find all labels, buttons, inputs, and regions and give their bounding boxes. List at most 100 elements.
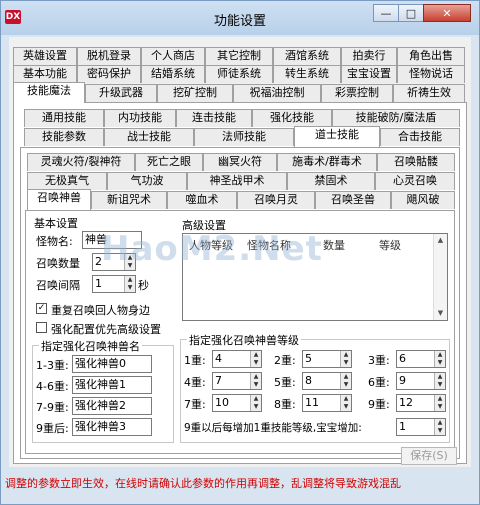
tab-general-skills[interactable]: 通用技能 [24, 109, 104, 127]
tab-summon-beast[interactable]: 召唤神兽 [27, 189, 91, 210]
tab-new-curse[interactable]: 新诅咒术 [91, 191, 167, 209]
tab-blood-drain[interactable]: 噬血术 [167, 191, 237, 209]
summon-count-spin[interactable]: ▲ ▼ [124, 254, 135, 270]
tab-poison-spell[interactable]: 施毒术/群毒术 [277, 153, 377, 171]
tab-marriage-system[interactable]: 结婚系统 [141, 65, 205, 83]
tab-auction[interactable]: 拍卖行 [341, 47, 397, 65]
tab-summon-moon-spirit[interactable]: 召唤月灵 [237, 191, 315, 209]
monster-name-input[interactable]: 神兽 [82, 231, 142, 249]
level-8-value: 11 [305, 396, 319, 409]
level-6-input[interactable]: 9 ▲ ▼ [396, 372, 446, 390]
repeat-summon-label[interactable]: 重复召唤回人物身边 [51, 302, 150, 318]
level-2-spin[interactable]: ▲ ▼ [340, 351, 351, 367]
summon-interval-spin[interactable]: ▲ ▼ [124, 276, 135, 292]
tab-hurricane-break[interactable]: 飓风破 [391, 191, 455, 209]
tab-taoist-skills[interactable]: 道士技能 [294, 126, 380, 147]
level-9-input[interactable]: 12 ▲ ▼ [396, 394, 446, 412]
repeat-summon-checkbox[interactable]: ✓ [36, 303, 47, 314]
tab-inner-skills[interactable]: 内功技能 [104, 109, 176, 127]
tab-monster-speech[interactable]: 怪物说话 [397, 65, 465, 83]
scroll-up-icon[interactable]: ▲ [436, 236, 445, 245]
tab-password-protect[interactable]: 密码保护 [77, 65, 141, 83]
title-bar[interactable]: DX 功能设置 — □ ✕ [1, 1, 479, 35]
name-row-4-label: 9重后: [36, 422, 69, 435]
extra-level-spin[interactable]: ▲ ▼ [434, 419, 445, 435]
level-9-spin[interactable]: ▲ ▼ [434, 395, 445, 411]
name-row-2-label: 4-6重: [36, 380, 69, 393]
name-row-1-input[interactable]: 强化神兽0 [72, 355, 152, 373]
level-1-input[interactable]: 4 ▲ ▼ [212, 350, 262, 368]
tab-hero-settings[interactable]: 英雄设置 [13, 47, 77, 65]
tab-imprison-spell[interactable]: 禁固术 [287, 172, 375, 190]
tab-skill-params[interactable]: 技能参数 [24, 128, 104, 146]
tab-skill-magic[interactable]: 技能魔法 [13, 82, 85, 103]
tab-death-eye[interactable]: 死亡之眼 [135, 153, 203, 171]
name-row-4-input[interactable]: 强化神兽3 [72, 418, 152, 436]
tab-prayer-effect[interactable]: 祈祷生效 [393, 84, 465, 102]
tab-lottery-control[interactable]: 彩票控制 [321, 84, 393, 102]
extra-level-input[interactable]: 1 ▲ ▼ [396, 418, 446, 436]
name-row-2-input[interactable]: 强化神兽1 [72, 376, 152, 394]
tab-basic-functions[interactable]: 基本功能 [13, 65, 77, 83]
level-6-spin[interactable]: ▲ ▼ [434, 373, 445, 389]
advanced-priority-checkbox[interactable] [36, 322, 47, 333]
tab-pet-settings[interactable]: 宝宝设置 [341, 65, 397, 83]
level-5-spin[interactable]: ▲ ▼ [340, 373, 351, 389]
advanced-settings-list[interactable]: 人物等级 怪物名称 数量 等级 ▲ ▼ [182, 233, 448, 321]
level-4-input[interactable]: 7 ▲ ▼ [212, 372, 262, 390]
tab-offline-login[interactable]: 脱机登录 [77, 47, 141, 65]
tab-soul-fire-talisman[interactable]: 灵魂火符/裂神符 [27, 153, 135, 171]
tab-mining-control[interactable]: 挖矿控制 [157, 84, 233, 102]
minimize-icon[interactable]: — [373, 4, 399, 22]
tab-other-control[interactable]: 其它控制 [205, 47, 273, 65]
scroll-down-icon[interactable]: ▼ [436, 309, 445, 318]
name-row-3-input[interactable]: 强化神兽2 [72, 397, 152, 415]
level-3-input[interactable]: 6 ▲ ▼ [396, 350, 446, 368]
advanced-list-scrollbar[interactable]: ▲ ▼ [433, 234, 447, 320]
col-level[interactable]: 等级 [379, 237, 401, 253]
level-4-spin[interactable]: ▲ ▼ [250, 373, 261, 389]
tab-personal-shop[interactable]: 个人商店 [141, 47, 205, 65]
tab-summon-holy-beast[interactable]: 召唤圣兽 [315, 191, 391, 209]
tab-holy-armor[interactable]: 神圣战甲术 [187, 172, 287, 190]
level-1-label: 1重: [184, 354, 206, 367]
col-monster-name[interactable]: 怪物名称 [247, 237, 291, 253]
summon-interval-input[interactable]: 1 ▲ ▼ [92, 275, 136, 293]
tab-mind-summon[interactable]: 心灵召唤 [375, 172, 455, 190]
level-7-spin[interactable]: ▲ ▼ [250, 395, 261, 411]
tab-mage-skills[interactable]: 法师技能 [194, 128, 294, 146]
col-char-level[interactable]: 人物等级 [189, 237, 233, 253]
tab-combined-skills[interactable]: 合击技能 [380, 128, 460, 146]
tab-char-sale[interactable]: 角色出售 [397, 47, 465, 65]
tab-combo-skills[interactable]: 连击技能 [176, 109, 252, 127]
level-7-input[interactable]: 10 ▲ ▼ [212, 394, 262, 412]
level-8-spin[interactable]: ▲ ▼ [340, 395, 351, 411]
tab-tavern-system[interactable]: 酒馆系统 [273, 47, 341, 65]
tab-enhance-skills[interactable]: 强化技能 [252, 109, 332, 127]
summon-interval-label: 召唤间隔 [36, 279, 80, 292]
tab-limitless-qi[interactable]: 无极真气 [27, 172, 107, 190]
save-button[interactable]: 保存(S) [401, 447, 457, 465]
tab-bless-oil-control[interactable]: 祝福油控制 [233, 84, 321, 102]
tab-nether-fire[interactable]: 幽冥火符 [203, 153, 277, 171]
level-2-input[interactable]: 5 ▲ ▼ [302, 350, 352, 368]
tab-qigong-wave[interactable]: 气功波 [107, 172, 187, 190]
level-1-spin[interactable]: ▲ ▼ [250, 351, 261, 367]
tab-row-3: 技能魔法 升级武器 挖矿控制 祝福油控制 彩票控制 祈祷生效 [13, 82, 467, 103]
tab-row-4: 通用技能 内功技能 连击技能 强化技能 技能破防/魔法盾 [24, 109, 460, 127]
settings-window: DX 功能设置 — □ ✕ 英雄设置 脱机登录 个人商店 其它控制 酒馆系统 拍… [0, 0, 480, 505]
col-count[interactable]: 数量 [323, 237, 345, 253]
tab-skill-break-shield[interactable]: 技能破防/魔法盾 [332, 109, 460, 127]
level-8-input[interactable]: 11 ▲ ▼ [302, 394, 352, 412]
close-icon[interactable]: ✕ [423, 4, 471, 22]
advanced-priority-label[interactable]: 强化配置优先高级设置 [51, 321, 161, 337]
tab-rebirth-system[interactable]: 转生系统 [273, 65, 341, 83]
level-5-input[interactable]: 8 ▲ ▼ [302, 372, 352, 390]
tab-warrior-skills[interactable]: 战士技能 [104, 128, 194, 146]
maximize-icon[interactable]: □ [398, 4, 424, 22]
summon-count-input[interactable]: 2 ▲ ▼ [92, 253, 136, 271]
tab-summon-skeleton[interactable]: 召唤骷髅 [377, 153, 455, 171]
tab-upgrade-weapon[interactable]: 升级武器 [85, 84, 157, 102]
level-3-spin[interactable]: ▲ ▼ [434, 351, 445, 367]
tab-master-system[interactable]: 师徒系统 [205, 65, 273, 83]
